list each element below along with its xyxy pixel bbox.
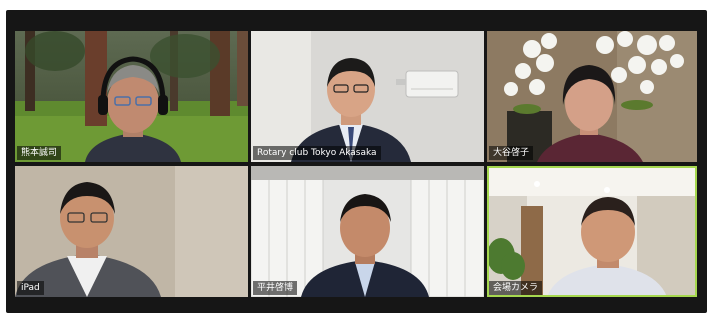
participant-name-label: Rotary club Tokyo Akasaka [253, 146, 381, 160]
participant-name-label: 平井啓博 [253, 281, 298, 295]
participant-name-label: 大谷啓子 [489, 146, 534, 160]
participant-video [487, 31, 697, 162]
participant-tile[interactable]: 平井啓博 [251, 166, 484, 297]
active-speaker-tile[interactable]: 会場カメラ [487, 166, 697, 297]
participant-name-label: iPad [17, 281, 44, 295]
video-gallery: 熊本誠司 Rotary club Tokyo Akasaka 大谷啓子 iPad… [6, 10, 707, 313]
participant-tile[interactable]: 大谷啓子 [487, 31, 697, 162]
participant-tile[interactable]: Rotary club Tokyo Akasaka [251, 31, 484, 162]
participant-video [251, 31, 484, 162]
participant-video [487, 166, 697, 297]
participant-name-label: 会場カメラ [489, 281, 543, 295]
participant-name-label: 熊本誠司 [17, 146, 62, 160]
participant-video [15, 166, 248, 297]
participant-video [251, 166, 484, 297]
participant-video [15, 31, 248, 162]
participant-tile[interactable]: iPad [15, 166, 248, 297]
participant-tile[interactable]: 熊本誠司 [15, 31, 248, 162]
